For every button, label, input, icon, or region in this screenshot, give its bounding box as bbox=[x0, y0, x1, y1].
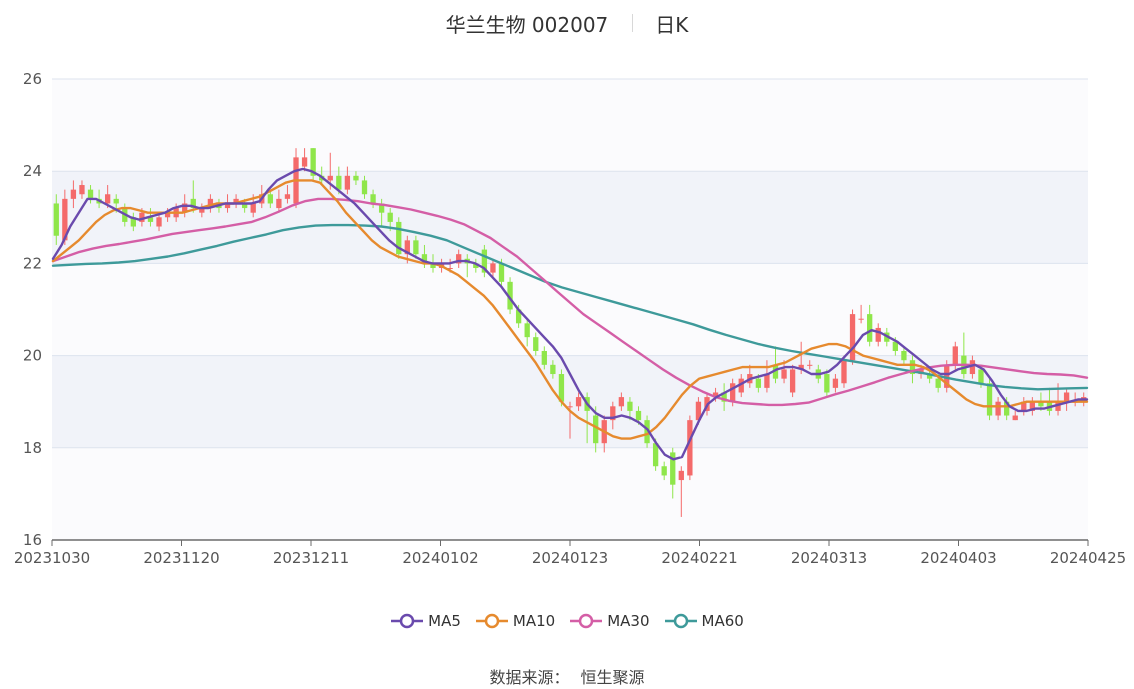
candle-body bbox=[370, 194, 376, 204]
candle-body bbox=[53, 203, 59, 236]
legend-label-ma30: MA30 bbox=[607, 612, 650, 630]
candle-body bbox=[541, 350, 547, 365]
candle-body bbox=[849, 314, 856, 361]
x-tick-label: 20240102 bbox=[402, 549, 478, 567]
legend-item-ma5[interactable]: MA5 bbox=[390, 612, 461, 630]
ma10-legend-marker-icon bbox=[475, 613, 508, 629]
candle-body bbox=[284, 194, 291, 199]
candle-body bbox=[789, 369, 796, 393]
candle-body bbox=[79, 185, 85, 195]
candle-body bbox=[935, 378, 941, 388]
x-tick-label: 20240123 bbox=[532, 549, 608, 567]
candle-body bbox=[387, 212, 393, 222]
plot-band bbox=[52, 447, 1088, 540]
y-tick-label: 20 bbox=[23, 347, 42, 365]
legend-label-ma5: MA5 bbox=[428, 612, 461, 630]
x-tick-label: 20231030 bbox=[14, 549, 90, 567]
candle-body bbox=[413, 240, 419, 255]
candle-body bbox=[781, 369, 787, 379]
plot-band bbox=[52, 263, 1088, 356]
candle-body bbox=[575, 397, 582, 407]
y-tick-label: 18 bbox=[23, 439, 42, 457]
x-tick-label: 20231120 bbox=[143, 549, 219, 567]
candle-body bbox=[635, 410, 642, 421]
legend-label-ma60: MA60 bbox=[701, 612, 744, 630]
source-label: 数据来源： bbox=[489, 668, 570, 687]
candle-body bbox=[627, 401, 633, 411]
candle-body bbox=[70, 189, 77, 199]
chart-legend: MA5 MA10 MA30 MA60 bbox=[0, 612, 1134, 630]
candle-body bbox=[336, 175, 342, 190]
candlestick-chart: 16 18 20 22 24 26 20231030 20231120 20231211 2024… bbox=[14, 70, 1126, 567]
candle-body bbox=[867, 314, 873, 342]
candle-body bbox=[327, 175, 333, 181]
candle-body bbox=[490, 263, 496, 273]
plot-band bbox=[52, 171, 1088, 264]
candle-body bbox=[618, 397, 625, 407]
candle-body bbox=[678, 470, 684, 481]
x-tick-label: 20240425 bbox=[1050, 549, 1126, 567]
candle-body bbox=[344, 175, 351, 190]
candle-body bbox=[361, 180, 368, 195]
candle-body bbox=[550, 364, 556, 375]
x-tick-label: 20231211 bbox=[273, 549, 349, 567]
candle-body bbox=[353, 175, 359, 181]
plot-band bbox=[52, 79, 1088, 172]
candle-body bbox=[661, 466, 667, 476]
candle-body bbox=[250, 203, 256, 213]
candle-body bbox=[156, 217, 162, 227]
x-tick-label: 20240221 bbox=[661, 549, 737, 567]
y-tick-label: 26 bbox=[23, 70, 42, 88]
legend-item-ma10[interactable]: MA10 bbox=[475, 612, 555, 630]
candle-body bbox=[824, 374, 830, 393]
candle-body bbox=[267, 194, 273, 204]
candle-body bbox=[875, 327, 881, 342]
candle-body bbox=[755, 378, 762, 388]
legend-label-ma10: MA10 bbox=[512, 612, 556, 630]
candle-body bbox=[858, 318, 864, 320]
candle-body bbox=[1063, 392, 1070, 402]
data-source: 数据来源： 恒生聚源 bbox=[0, 664, 1134, 688]
candle-body bbox=[593, 415, 599, 444]
candle-body bbox=[524, 323, 530, 338]
ma30-legend-marker-icon bbox=[570, 613, 603, 629]
x-tick-label: 20240313 bbox=[791, 549, 867, 567]
candle-body bbox=[1012, 415, 1018, 421]
candle-body bbox=[986, 383, 993, 416]
candle-body bbox=[276, 198, 282, 209]
ma5-legend-marker-icon bbox=[391, 613, 424, 629]
candle-body bbox=[807, 364, 813, 366]
ma60-legend-marker-icon bbox=[664, 613, 697, 629]
candle-body bbox=[764, 374, 770, 388]
y-tick-label: 22 bbox=[23, 254, 42, 272]
candle-body bbox=[901, 350, 907, 361]
y-tick-label: 24 bbox=[23, 162, 42, 180]
candle-body bbox=[533, 337, 539, 351]
candle-body bbox=[841, 360, 847, 384]
candle-body bbox=[832, 378, 839, 388]
candle-body bbox=[301, 157, 308, 167]
candle-body bbox=[978, 369, 984, 384]
y-tick-label: 16 bbox=[23, 531, 42, 549]
candle-body bbox=[730, 383, 736, 402]
source-value: 恒生聚源 bbox=[580, 668, 645, 687]
candle-body bbox=[113, 198, 119, 204]
legend-item-ma60[interactable]: MA60 bbox=[664, 612, 744, 630]
x-tick-label: 20240403 bbox=[920, 549, 996, 567]
candle-body bbox=[87, 189, 94, 199]
legend-item-ma30[interactable]: MA30 bbox=[569, 612, 650, 630]
candle-body bbox=[498, 263, 505, 282]
candle-body bbox=[952, 346, 958, 365]
candle-body bbox=[995, 401, 1001, 416]
candle-body bbox=[687, 420, 693, 476]
candle-body bbox=[104, 194, 111, 204]
